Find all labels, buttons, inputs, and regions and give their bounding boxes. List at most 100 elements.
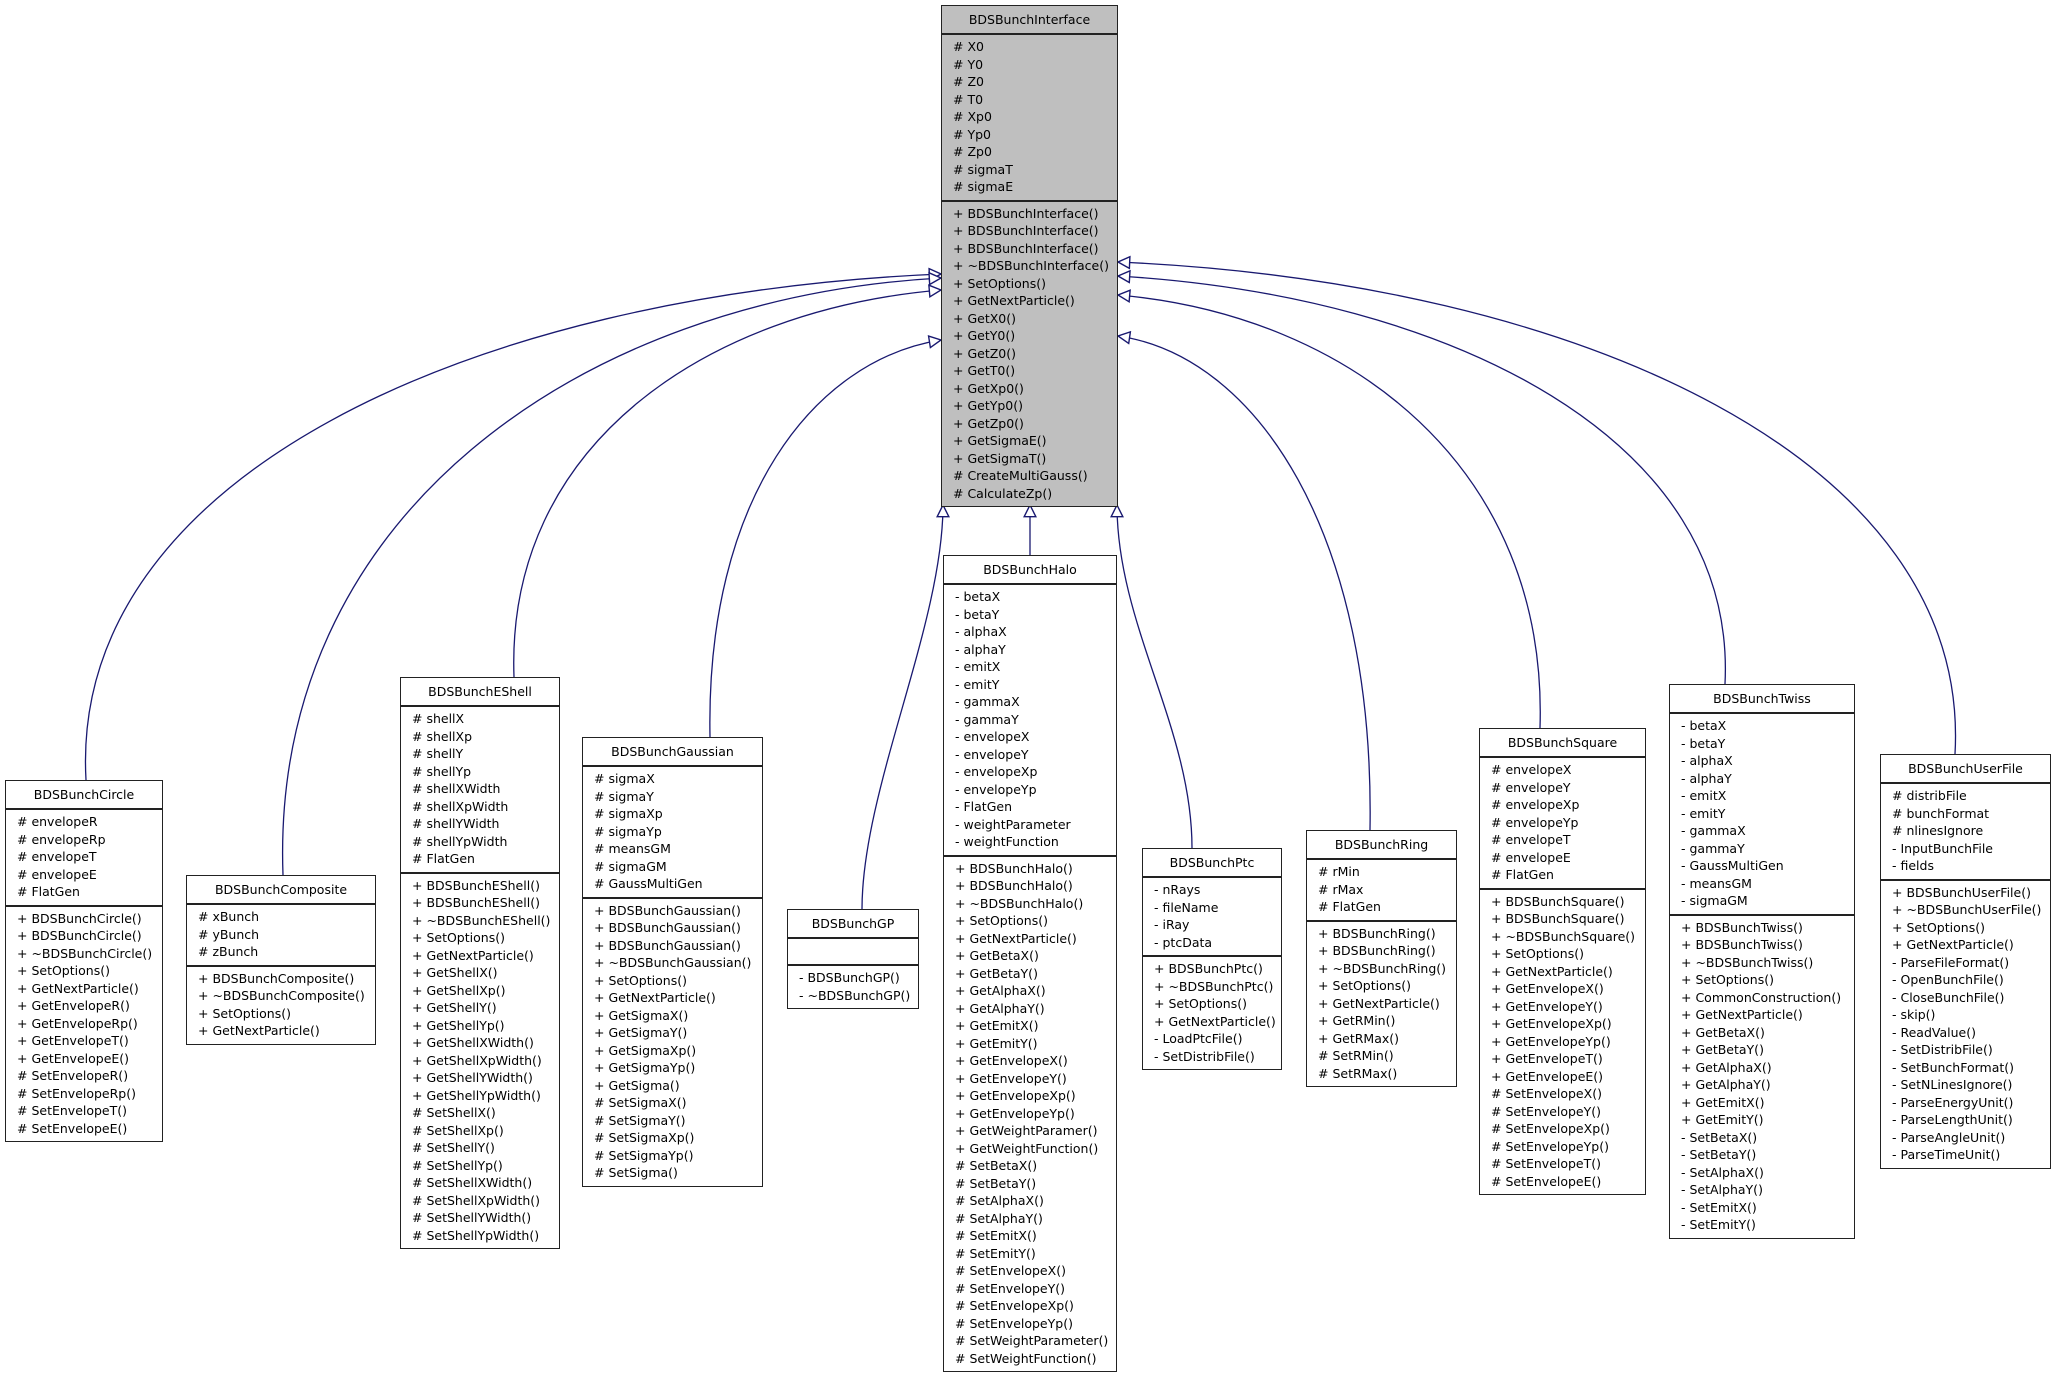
method: + BDSBunchInterface() — [953, 205, 1099, 221]
method: + GetNextParticle() — [1491, 963, 1613, 979]
class-name: BDSBunchRing — [1307, 831, 1456, 860]
class-box[interactable]: BDSBunchPtc - nRays - fileName - iRay - ptcD… — [1142, 848, 1282, 1070]
method: + GetRMin() — [1318, 1013, 1396, 1028]
method: + GetSigmaT() — [953, 450, 1047, 466]
attribute: # Yp0 — [953, 126, 991, 142]
empty-attributes — [799, 942, 914, 960]
method: # SetEnvelopeXp() — [955, 1298, 1074, 1313]
inheritance-edge — [1118, 276, 1726, 685]
attribute: - betaX — [955, 589, 1001, 604]
method: + BDSBunchGaussian() — [594, 937, 741, 953]
attribute: # shellX — [412, 711, 465, 726]
method: + GetEnvelopeT() — [1491, 1051, 1603, 1066]
method: - BDSBunchGP() — [799, 970, 900, 985]
method: # SetEnvelopeT() — [1491, 1156, 1602, 1171]
method: - SetAlphaY() — [1681, 1182, 1763, 1197]
method: # SetEnvelopeRp() — [17, 1085, 137, 1101]
attribute: # shellY — [412, 746, 464, 761]
method: - SetBunchFormat() — [1892, 1059, 2015, 1075]
method: # SetEnvelopeX() — [955, 1263, 1066, 1278]
method: + GetRMax() — [1318, 1030, 1400, 1046]
method: + GetEmitX() — [1681, 1094, 1765, 1110]
method: # SetEnvelopeY() — [955, 1280, 1066, 1296]
attribute: # shellXWidth — [412, 781, 501, 796]
method: + BDSBunchHalo() — [955, 860, 1073, 876]
attribute: # FlatGen — [1491, 867, 1554, 882]
class-box[interactable]: BDSBunchSquare # envelopeX # envelopeY # en… — [1479, 728, 1646, 1195]
method: + BDSBunchGaussian() — [594, 920, 741, 935]
method: + GetNextParticle() — [198, 1023, 320, 1038]
method: + GetBetaY() — [955, 965, 1038, 981]
method: # SetEnvelopeYp() — [1491, 1138, 1609, 1154]
class-box[interactable]: BDSBunchCircle # envelopeR # envelopeRp # e… — [5, 780, 163, 1142]
attribute: - envelopeXp — [955, 764, 1038, 779]
class-box[interactable]: BDSBunchHalo - betaX - betaY - alphaX - alph… — [943, 555, 1117, 1372]
method: + GetEnvelopeY() — [1491, 998, 1603, 1014]
method: + GetShellYWidth() — [412, 1070, 533, 1085]
attribute: - alphaX — [955, 624, 1007, 639]
attribute: # FlatGen — [412, 851, 475, 866]
class-box[interactable]: BDSBunchUserFile # distribFile # bunchForm… — [1880, 754, 2051, 1169]
class-box[interactable]: BDSBunchGaussian # sigmaX # sigmaY # sigmaX… — [582, 737, 763, 1187]
attribute: # rMin — [1318, 864, 1360, 879]
methods-section: + BDSBunchSquare() + BDSBunchSquare() + ~B… — [1480, 887, 1645, 1195]
method: # SetAlphaX() — [955, 1193, 1044, 1208]
attribute: - gammaY — [955, 711, 1019, 727]
method: - LoadPtcFile() — [1154, 1031, 1243, 1046]
attribute: # envelopeT — [17, 849, 97, 864]
method: + BDSBunchUserFile() — [1892, 884, 2031, 900]
method: + GetSigmaYp() — [594, 1060, 696, 1075]
attribute: # envelopeR — [17, 814, 98, 829]
class-box[interactable]: BDSBunchRing # rMin # rMax # FlatGen + BDSBu… — [1306, 830, 1457, 1087]
method: # SetWeightParameter() — [955, 1333, 1109, 1348]
method: + GetXp0() — [953, 380, 1024, 396]
methods-section: + BDSBunchComposite() + ~BDSBunchComposit… — [187, 964, 375, 1044]
method: # SetShellY() — [412, 1140, 495, 1155]
method: + GetSigmaXp() — [594, 1042, 697, 1058]
method: - SetAlphaX() — [1681, 1164, 1764, 1180]
method: + GetSigmaX() — [594, 1007, 689, 1023]
class-box[interactable]: BDSBunchEShell # shellX # shellXp # shellY #… — [400, 677, 560, 1249]
method: # SetRMax() — [1318, 1065, 1398, 1081]
attributes-section — [788, 939, 918, 964]
method: + ~BDSBunchHalo() — [955, 895, 1084, 911]
attribute: # xBunch — [198, 909, 260, 924]
base-class-box[interactable]: BDSBunchInterface # X0 # Y0 # Z0 # T0 # Xp0 # … — [941, 5, 1118, 507]
method: # SetEnvelopeR() — [17, 1068, 129, 1083]
attribute: - gammaY — [1681, 840, 1745, 856]
attribute: - FlatGen — [955, 799, 1013, 814]
method: # SetEmitY() — [955, 1245, 1036, 1261]
attribute: - emitY — [955, 676, 1000, 692]
class-box[interactable]: BDSBunchTwiss - betaX - betaY - alphaX - alp… — [1669, 684, 1855, 1239]
method: + ~BDSBunchInterface() — [953, 258, 1109, 273]
attribute: - emitY — [1681, 805, 1726, 821]
attribute: # FlatGen — [1318, 899, 1381, 914]
method: - ParseFileFormat() — [1892, 954, 2010, 970]
attribute: # sigmaGM — [594, 858, 667, 874]
attribute: # X0 — [953, 39, 984, 54]
method: + GetShellXpWidth() — [412, 1052, 542, 1068]
attribute: # shellYpWidth — [412, 833, 508, 849]
method: + ~BDSBunchPtc() — [1154, 978, 1274, 994]
class-box[interactable]: BDSBunchGP - BDSBunchGP() - ~BDSBunchGP() — [787, 909, 919, 1009]
attribute: # rMax — [1318, 881, 1364, 897]
method: - SetEmitY() — [1681, 1217, 1756, 1232]
attribute: # envelopeT — [1491, 832, 1571, 847]
attribute: # envelopeX — [1491, 762, 1572, 777]
method: + GetZ0() — [953, 345, 1016, 361]
attribute: # envelopeY — [1491, 779, 1571, 795]
method: + GetSigmaE() — [953, 433, 1047, 448]
method: # SetSigmaYp() — [594, 1147, 694, 1163]
method: - ParseEnergyUnit() — [1892, 1094, 2014, 1110]
method: + BDSBunchSquare() — [1491, 911, 1625, 926]
inheritance-edge — [513, 290, 941, 678]
method: - ~BDSBunchGP() — [799, 987, 911, 1003]
method: + GetEnvelopeX() — [1491, 981, 1604, 996]
method: + GetAlphaX() — [1681, 1059, 1772, 1075]
class-box[interactable]: BDSBunchComposite # xBunch # yBunch # zBunc… — [186, 875, 376, 1045]
class-name: BDSBunchGP — [788, 910, 918, 939]
methods-section: + BDSBunchEShell() + BDSBunchEShell() + ~B… — [401, 871, 559, 1249]
methods-section: + BDSBunchUserFile() + ~BDSBunchUserFile(… — [1881, 878, 2050, 1168]
method: + GetEnvelopeRp() — [17, 1015, 138, 1031]
method: + SetOptions() — [1318, 978, 1411, 993]
